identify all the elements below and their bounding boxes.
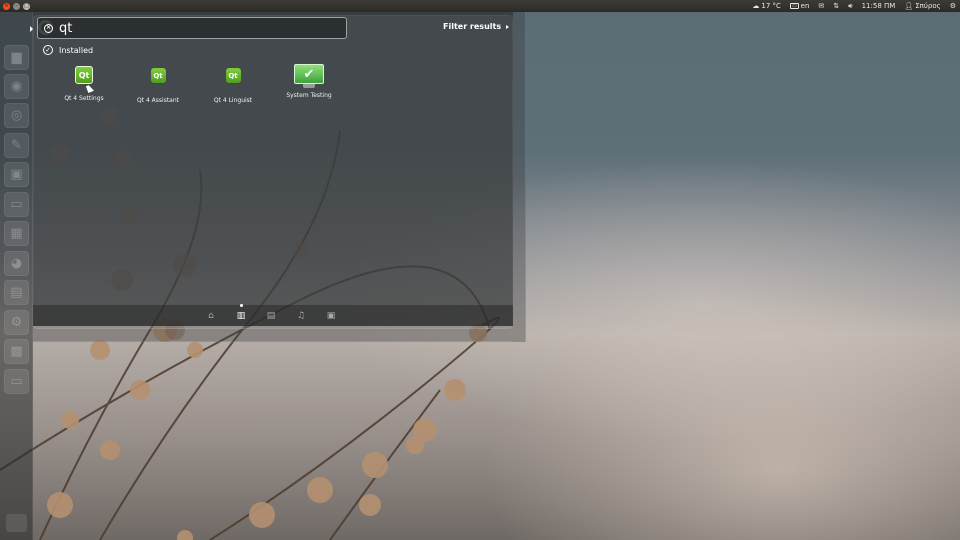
result-system-testing[interactable]: ✔ System Testing bbox=[281, 64, 337, 99]
qt-logo: Qt bbox=[75, 66, 93, 84]
keyboard-icon: ▭ bbox=[789, 3, 799, 9]
user-indicator[interactable]: 👤︎ Σπύρος bbox=[904, 2, 940, 10]
lens-files[interactable]: ▤ bbox=[265, 310, 277, 322]
top-panel: × – □ ☁ 17 °C ▭ en ✉ ⇅ 🔊︎ 11:58 ΠΜ 👤︎ Σπ… bbox=[0, 0, 960, 12]
launcher-trash[interactable] bbox=[6, 514, 27, 532]
volume-indicator[interactable]: 🔊︎ bbox=[848, 2, 852, 11]
network-indicator[interactable]: ⇅ bbox=[833, 2, 839, 10]
dash-search-input[interactable] bbox=[59, 18, 339, 38]
launcher-files[interactable]: ▆ bbox=[4, 45, 29, 70]
lens-video[interactable]: ▣ bbox=[325, 310, 337, 322]
maximize-window-button[interactable]: □ bbox=[23, 2, 30, 10]
indicator-area: ☁ 17 °C ▭ en ✉ ⇅ 🔊︎ 11:58 ΠΜ 👤︎ Σπύρος ⚙ bbox=[752, 0, 956, 12]
qt-assistant-icon: Qt bbox=[147, 68, 169, 90]
launcher-workspace[interactable]: ▭ bbox=[4, 369, 29, 394]
volume-icon: 🔊︎ bbox=[848, 1, 853, 10]
launcher-spreadsheet[interactable]: ▤ bbox=[4, 280, 29, 305]
gear-icon: ⚙ bbox=[949, 2, 956, 10]
clock[interactable]: 11:58 ΠΜ bbox=[862, 2, 896, 10]
applications-icon: ▥ bbox=[236, 311, 246, 321]
home-icon: ⌂ bbox=[208, 311, 214, 321]
spreadsheet-icon: ▤ bbox=[10, 285, 23, 300]
launcher-calculator[interactable]: ▦ bbox=[4, 221, 29, 246]
lens-applications[interactable]: ▥ bbox=[235, 310, 247, 322]
close-window-button[interactable]: × bbox=[3, 2, 10, 10]
workspace-switcher-icon: ▩ bbox=[10, 344, 23, 359]
lens-music[interactable]: ♫ bbox=[295, 310, 307, 322]
system-testing-icon: ✔ bbox=[294, 64, 324, 90]
launcher-gimp[interactable]: ◕ bbox=[4, 251, 29, 276]
category-label: Installed bbox=[59, 45, 94, 55]
clear-search-icon[interactable]: × bbox=[44, 23, 53, 33]
session-indicator[interactable]: ⚙ bbox=[950, 2, 956, 10]
installed-check-icon: ✓ bbox=[43, 45, 53, 55]
network-icon: ⇅ bbox=[833, 2, 840, 10]
launcher: ▆ ◉ ◎ ✎ ▣ ▭ ▦ ◕ ▤ ⚙ ▩ ▭ bbox=[0, 12, 513, 540]
terminal-icon: ▭ bbox=[10, 197, 23, 212]
user-name: Σπύρος bbox=[915, 2, 941, 10]
result-qt4-linguist[interactable]: Qt Qt 4 Linguist bbox=[205, 64, 261, 104]
filter-results-label: Filter results bbox=[443, 22, 502, 31]
video-icon: ▣ bbox=[326, 311, 336, 321]
launcher-firefox[interactable]: ◉ bbox=[4, 74, 29, 99]
weather-temperature: 17 °C bbox=[761, 2, 781, 10]
music-icon: ♫ bbox=[296, 311, 306, 321]
result-label: Qt 4 Settings bbox=[64, 95, 104, 102]
gimp-icon: ◕ bbox=[10, 256, 23, 271]
settings-icon: ⚙ bbox=[10, 315, 23, 330]
keyboard-layout: en bbox=[800, 2, 810, 10]
user-icon: 👤︎ bbox=[904, 2, 914, 10]
folder-icon: ▆ bbox=[11, 50, 22, 65]
result-qt4-settings[interactable]: Qt Qt 4 Settings bbox=[56, 64, 112, 102]
qt-logo: Qt bbox=[150, 68, 166, 83]
dash-overlay bbox=[33, 12, 513, 326]
result-label: System Testing bbox=[286, 92, 332, 99]
launcher-writer[interactable]: ✎ bbox=[4, 133, 29, 158]
category-header-installed[interactable]: ✓ Installed bbox=[43, 45, 93, 55]
document-icon: ✎ bbox=[11, 138, 22, 153]
keyboard-indicator[interactable]: ▭ en bbox=[789, 2, 810, 10]
calculator-icon: ▦ bbox=[10, 226, 23, 241]
active-lens-indicator bbox=[240, 304, 243, 307]
dash-bottom-edge bbox=[33, 326, 513, 342]
result-qt4-assistant[interactable]: Qt Qt 4 Assistant bbox=[130, 64, 186, 104]
launcher-terminal[interactable]: ▭ bbox=[4, 192, 29, 217]
monitor-stand bbox=[303, 84, 315, 88]
filter-results-button[interactable]: Filter results bbox=[443, 22, 510, 31]
mail-indicator[interactable]: ✉ bbox=[818, 2, 824, 10]
chromium-icon: ◎ bbox=[10, 108, 23, 123]
firefox-icon: ◉ bbox=[10, 79, 23, 94]
chevron-right-icon bbox=[506, 24, 510, 29]
clock-time: 11:58 ΠΜ bbox=[861, 2, 896, 10]
lens-home[interactable]: ⌂ bbox=[205, 310, 217, 322]
qt-linguist-icon: Qt bbox=[222, 68, 244, 90]
launcher-settings[interactable]: ⚙ bbox=[4, 310, 29, 335]
monitor-check: ✔ bbox=[294, 64, 324, 84]
lens-bar: ⌂ ▥ ▤ ♫ ▣ bbox=[33, 305, 513, 326]
weather-icon: ☁ bbox=[752, 2, 760, 10]
launcher-software-center[interactable]: ▣ bbox=[4, 162, 29, 187]
window-icon: ▭ bbox=[10, 374, 23, 389]
result-label: Qt 4 Linguist bbox=[213, 97, 253, 104]
weather-indicator[interactable]: ☁ 17 °C bbox=[752, 2, 781, 10]
qt-logo: Qt bbox=[225, 68, 241, 83]
minimize-window-button[interactable]: – bbox=[13, 2, 20, 10]
launcher-chromium[interactable]: ◎ bbox=[4, 103, 29, 128]
bag-icon: ▣ bbox=[10, 167, 23, 182]
mail-icon: ✉ bbox=[818, 2, 825, 10]
dash-resize-edge bbox=[513, 12, 526, 342]
files-icon: ▤ bbox=[266, 311, 276, 321]
launcher-workspaces[interactable]: ▩ bbox=[4, 339, 29, 364]
dash-search-box: × bbox=[37, 17, 347, 39]
window-controls: × – □ bbox=[3, 2, 30, 10]
result-label: Qt 4 Assistant bbox=[136, 97, 180, 104]
